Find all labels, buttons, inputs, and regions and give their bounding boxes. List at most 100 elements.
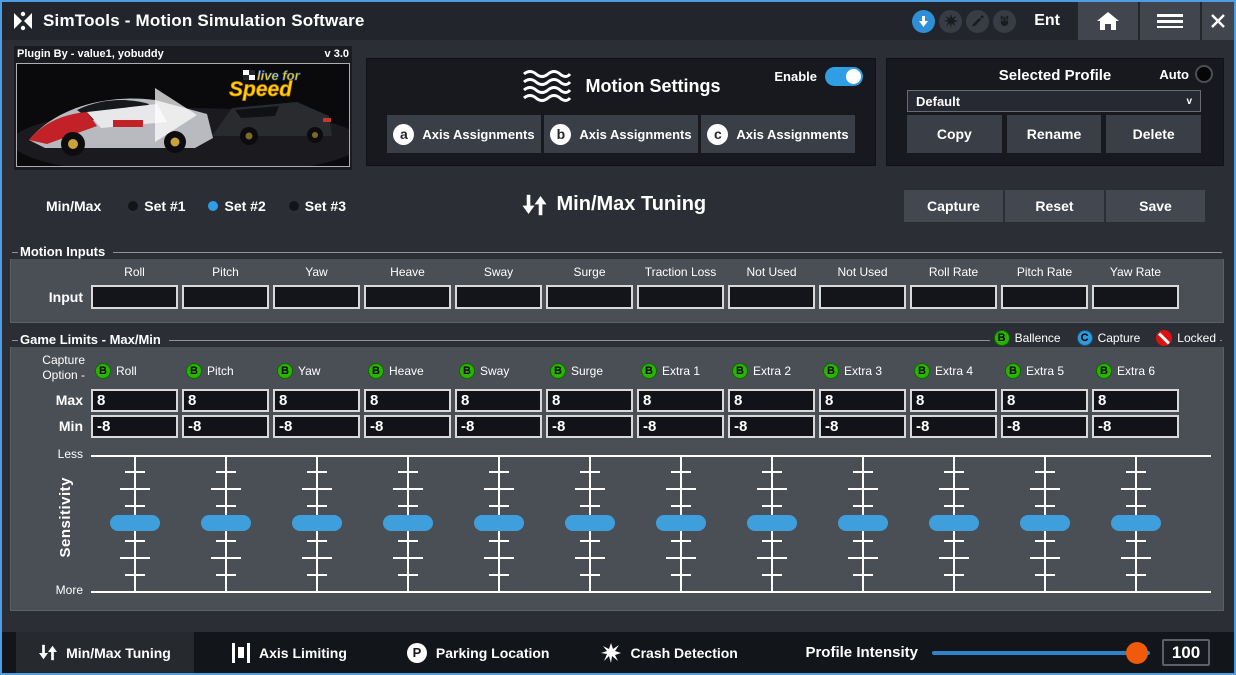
max-value-field[interactable]: 8 — [546, 389, 633, 412]
game-limit-column-header[interactable]: B Sway — [455, 363, 542, 379]
axis-assignments-button[interactable]: a Axis Assignments — [387, 115, 541, 153]
tuning-action-button[interactable]: Capture — [904, 190, 1003, 222]
max-value-field[interactable]: 8 — [1092, 389, 1179, 412]
tab-parking-location[interactable]: P Parking Location — [393, 632, 564, 673]
download-icon[interactable] — [912, 10, 935, 33]
slider-handle[interactable] — [1111, 515, 1161, 531]
game-limit-column-header[interactable]: B Extra 1 — [637, 363, 724, 379]
motion-input-field[interactable] — [91, 285, 178, 309]
slider-handle[interactable] — [838, 515, 888, 531]
capture-option-icon[interactable]: B — [277, 363, 293, 379]
motion-input-field[interactable] — [364, 285, 451, 309]
min-value-field[interactable]: -8 — [546, 415, 633, 438]
close-button[interactable] — [1200, 2, 1234, 40]
tuning-action-button[interactable]: Reset — [1005, 190, 1104, 222]
min-value-field[interactable]: -8 — [91, 415, 178, 438]
tab-axis-limiting[interactable]: Axis Limiting — [218, 632, 361, 673]
play-icon[interactable] — [155, 88, 197, 142]
min-value-field[interactable]: -8 — [273, 415, 360, 438]
set3-radio[interactable]: Set #3 — [286, 198, 346, 214]
capture-option-icon[interactable]: B — [186, 363, 202, 379]
game-limit-column-header[interactable]: B Roll — [91, 363, 178, 379]
motion-input-field[interactable] — [182, 285, 269, 309]
game-limit-column-header[interactable]: B Extra 4 — [910, 363, 997, 379]
tab-minmax-tuning[interactable]: Min/Max Tuning — [16, 632, 194, 673]
slider-handle[interactable] — [110, 515, 160, 531]
min-value-field[interactable]: -8 — [910, 415, 997, 438]
max-value-field[interactable]: 8 — [455, 389, 542, 412]
min-value-field[interactable]: -8 — [455, 415, 542, 438]
motion-input-field[interactable] — [910, 285, 997, 309]
profile-action-button[interactable]: Delete — [1106, 115, 1201, 153]
slider-handle[interactable] — [656, 515, 706, 531]
min-value-field[interactable]: -8 — [1001, 415, 1088, 438]
motion-input-field[interactable] — [637, 285, 724, 309]
axis-assignments-button[interactable]: c Axis Assignments — [701, 115, 855, 153]
slider-handle[interactable] — [201, 515, 251, 531]
motion-input-field[interactable] — [1092, 285, 1179, 309]
profile-action-button[interactable]: Rename — [1007, 115, 1102, 153]
max-value-field[interactable]: 8 — [91, 389, 178, 412]
max-value-field[interactable]: 8 — [637, 389, 724, 412]
capture-option-icon[interactable]: B — [1005, 363, 1021, 379]
max-value-field[interactable]: 8 — [1001, 389, 1088, 412]
radio-icon[interactable] — [125, 198, 141, 214]
motion-input-field[interactable] — [273, 285, 360, 309]
burst-icon[interactable] — [939, 10, 962, 33]
slider-handle[interactable] — [474, 515, 524, 531]
menu-button[interactable] — [1138, 2, 1200, 40]
capture-option-icon[interactable]: B — [550, 363, 566, 379]
capture-option-icon[interactable]: B — [823, 363, 839, 379]
slider-handle[interactable] — [747, 515, 797, 531]
auto-indicator[interactable] — [1195, 65, 1213, 83]
game-limit-column-header[interactable]: B Heave — [364, 363, 451, 379]
tab-crash-detection[interactable]: Crash Detection — [587, 632, 751, 673]
capture-option-icon[interactable]: B — [914, 363, 930, 379]
profile-action-button[interactable]: Copy — [907, 115, 1002, 153]
capture-option-icon[interactable]: B — [1096, 363, 1112, 379]
max-value-field[interactable]: 8 — [273, 389, 360, 412]
motion-input-field[interactable] — [728, 285, 815, 309]
game-limit-column-header[interactable]: B Extra 6 — [1092, 363, 1179, 379]
game-limit-column-header[interactable]: B Yaw — [273, 363, 360, 379]
max-value-field[interactable]: 8 — [910, 389, 997, 412]
game-limit-column-header[interactable]: B Extra 2 — [728, 363, 815, 379]
game-limit-column-header[interactable]: B Surge — [546, 363, 633, 379]
motion-input-field[interactable] — [455, 285, 542, 309]
capture-option-icon[interactable]: B — [95, 363, 111, 379]
radio-icon[interactable] — [286, 198, 302, 214]
game-limit-column-header[interactable]: B Extra 3 — [819, 363, 906, 379]
min-value-field[interactable]: -8 — [728, 415, 815, 438]
max-value-field[interactable]: 8 — [819, 389, 906, 412]
capture-option-icon[interactable]: B — [368, 363, 384, 379]
capture-option-icon[interactable]: B — [732, 363, 748, 379]
slider-handle[interactable] — [929, 515, 979, 531]
min-value-field[interactable]: -8 — [1092, 415, 1179, 438]
capture-option-icon[interactable]: B — [641, 363, 657, 379]
min-value-field[interactable]: -8 — [819, 415, 906, 438]
motion-input-field[interactable] — [819, 285, 906, 309]
max-value-field[interactable]: 8 — [182, 389, 269, 412]
game-limit-column-header[interactable]: B Extra 5 — [1001, 363, 1088, 379]
pencil-icon[interactable] — [966, 10, 989, 33]
intensity-handle[interactable] — [1126, 642, 1148, 664]
capture-option-icon[interactable]: B — [459, 363, 475, 379]
slider-handle[interactable] — [292, 515, 342, 531]
game-limit-column-header[interactable]: B Pitch — [182, 363, 269, 379]
home-button[interactable] — [1076, 2, 1138, 40]
set1-radio[interactable]: Set #1 — [125, 198, 185, 214]
min-value-field[interactable]: -8 — [637, 415, 724, 438]
slider-handle[interactable] — [1020, 515, 1070, 531]
min-value-field[interactable]: -8 — [182, 415, 269, 438]
min-value-field[interactable]: -8 — [364, 415, 451, 438]
motion-input-field[interactable] — [1001, 285, 1088, 309]
slider-handle[interactable] — [565, 515, 615, 531]
tuning-action-button[interactable]: Save — [1106, 190, 1205, 222]
slider-handle[interactable] — [383, 515, 433, 531]
max-value-field[interactable]: 8 — [364, 389, 451, 412]
max-value-field[interactable]: 8 — [728, 389, 815, 412]
plug-icon[interactable] — [993, 10, 1016, 33]
axis-assignments-button[interactable]: b Axis Assignments — [544, 115, 698, 153]
motion-input-field[interactable] — [546, 285, 633, 309]
profile-dropdown[interactable]: Default v — [907, 90, 1201, 112]
